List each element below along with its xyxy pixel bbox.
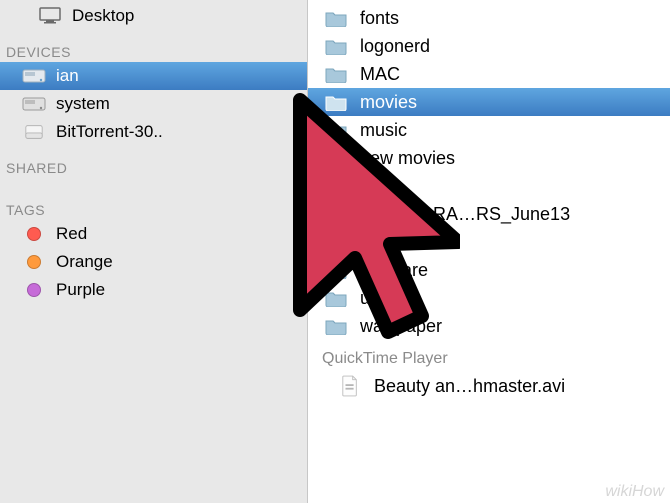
folder-item[interactable]: movies: [308, 88, 670, 116]
folder-label: logonerd: [360, 36, 430, 57]
folder-icon: [322, 91, 350, 113]
tag-dot-icon: [22, 252, 46, 272]
folder-label: wall paper: [360, 316, 442, 337]
document-icon: [336, 375, 364, 397]
shared-header: SHARED: [6, 160, 307, 176]
tag-dot-icon: [22, 224, 46, 244]
folder-item[interactable]: wall paper: [308, 312, 670, 340]
folder-icon: [322, 175, 350, 197]
file-item[interactable]: Beauty an…hmaster.avi: [308, 372, 670, 400]
tag-orange[interactable]: Orange: [0, 248, 307, 276]
folder-icon: [322, 7, 350, 29]
folder-item[interactable]: pix: [308, 172, 670, 200]
sidebar-item-ian[interactable]: ian: [0, 62, 307, 90]
desktop-icon: [38, 6, 62, 26]
folder-label: music: [360, 120, 407, 141]
folder-icon: [322, 315, 350, 337]
sidebar-item-bittorrent[interactable]: BitTorrent-30..: [0, 118, 307, 146]
folder-item[interactable]: logonerd: [308, 32, 670, 60]
sidebar-item-label: system: [56, 94, 110, 114]
folder-icon: [322, 259, 350, 281]
tag-dot-icon: [22, 280, 46, 300]
folder-label: new movies: [360, 148, 455, 169]
folder-label: POWER RA…RS_June13: [360, 204, 570, 225]
folder-icon: [322, 287, 350, 309]
folder-label: fonts: [360, 8, 399, 29]
folder-item[interactable]: new movies: [308, 144, 670, 172]
folder-icon: [322, 231, 350, 253]
folder-icon: [322, 147, 350, 169]
tags-header: TAGS: [6, 202, 307, 218]
folder-icon: [322, 63, 350, 85]
file-list: fonts logonerd MAC movies music new movies pix…: [308, 0, 670, 503]
folder-label: software: [360, 260, 428, 281]
tag-label: Purple: [56, 280, 105, 300]
folder-label: usb: [360, 288, 389, 309]
folder-label: pix: [360, 176, 383, 197]
sidebar-item-label: Desktop: [72, 6, 134, 26]
tag-red[interactable]: Red: [0, 220, 307, 248]
sidebar-item-label: BitTorrent-30..: [56, 122, 163, 142]
folder-label: sharpie: [360, 232, 419, 253]
folder-label: MAC: [360, 64, 400, 85]
group-header: QuickTime Player: [322, 350, 670, 368]
folder-item[interactable]: usb: [308, 284, 670, 312]
file-label: Beauty an…hmaster.avi: [374, 376, 565, 397]
folder-item[interactable]: sharpie: [308, 228, 670, 256]
tag-purple[interactable]: Purple: [0, 276, 307, 304]
folder-icon: [322, 203, 350, 225]
folder-item[interactable]: fonts: [308, 4, 670, 32]
folder-item[interactable]: MAC: [308, 60, 670, 88]
sidebar: Desktop DEVICES ian system BitTorrent-30…: [0, 0, 308, 503]
sidebar-item-desktop[interactable]: Desktop: [0, 2, 307, 30]
tag-label: Orange: [56, 252, 113, 272]
watermark: wikiHow: [605, 483, 664, 501]
folder-item[interactable]: POWER RA…RS_June13: [308, 200, 670, 228]
tag-label: Red: [56, 224, 87, 244]
folder-item[interactable]: software: [308, 256, 670, 284]
folder-icon: [322, 119, 350, 141]
internal-drive-icon: [22, 94, 46, 114]
sidebar-item-label: ian: [56, 66, 79, 86]
folder-item[interactable]: music: [308, 116, 670, 144]
disk-image-icon: [22, 122, 46, 142]
internal-drive-icon: [22, 66, 46, 86]
folder-icon: [322, 35, 350, 57]
sidebar-item-system[interactable]: system: [0, 90, 307, 118]
devices-header: DEVICES: [6, 44, 307, 60]
folder-label: movies: [360, 92, 417, 113]
